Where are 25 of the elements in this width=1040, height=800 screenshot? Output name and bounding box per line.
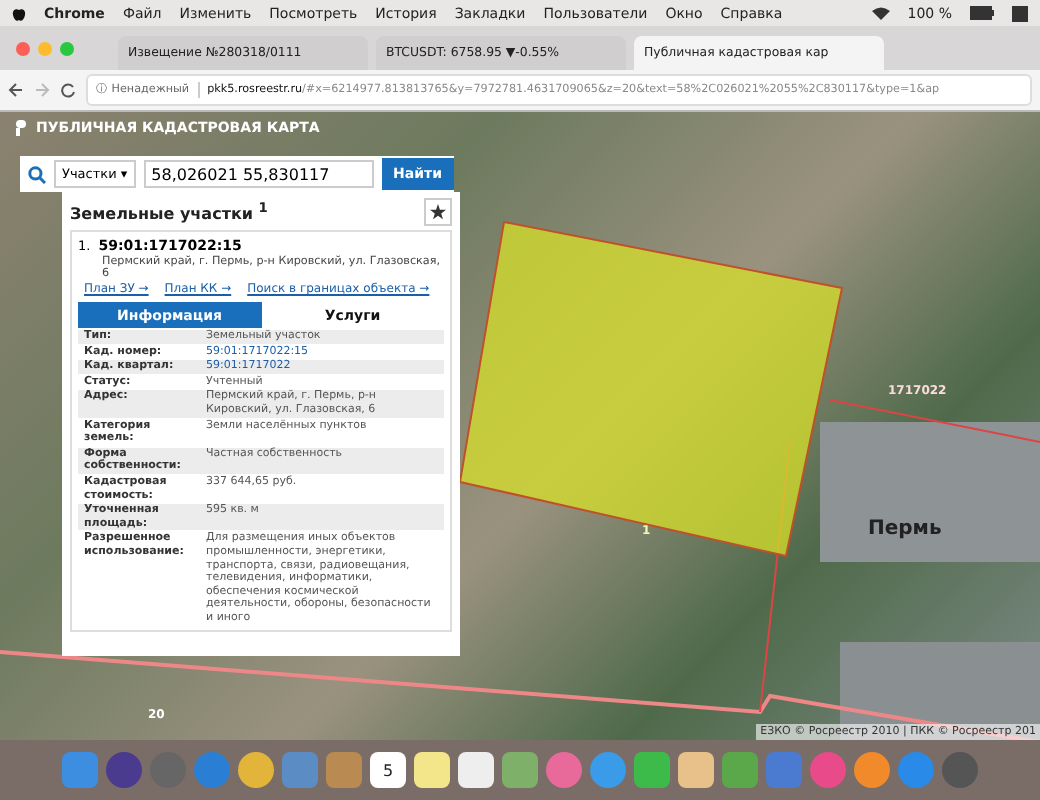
- app-icon[interactable]: [502, 752, 538, 788]
- app-icon[interactable]: [414, 752, 450, 788]
- wifi-icon[interactable]: [871, 6, 890, 20]
- app-icon[interactable]: [106, 752, 142, 788]
- battery-icon[interactable]: [970, 6, 994, 20]
- app-icon[interactable]: [854, 752, 890, 788]
- app-icon[interactable]: [458, 752, 494, 788]
- favorite-button[interactable]: [424, 198, 452, 226]
- place-label: Пермь: [868, 518, 942, 540]
- panel-heading: Земельные участки $^{1}$: [70, 200, 268, 224]
- app-icon[interactable]: [678, 752, 714, 788]
- calendar-icon[interactable]: 5: [370, 752, 406, 788]
- app-icon[interactable]: [634, 752, 670, 788]
- close-icon[interactable]: [16, 41, 30, 55]
- search-field[interactable]: 58,026021 55,830117: [143, 160, 374, 188]
- search-icon[interactable]: [28, 165, 46, 183]
- apple-logo-icon[interactable]: [12, 5, 26, 21]
- app-icon[interactable]: [238, 752, 274, 788]
- back-icon[interactable]: [8, 82, 24, 98]
- minimize-icon[interactable]: [38, 41, 52, 55]
- logo-icon: [16, 120, 28, 136]
- reload-icon[interactable]: [60, 82, 76, 98]
- satellite-map[interactable]: [0, 112, 1040, 740]
- forward-icon[interactable]: [34, 82, 50, 98]
- maximize-icon[interactable]: [60, 41, 74, 55]
